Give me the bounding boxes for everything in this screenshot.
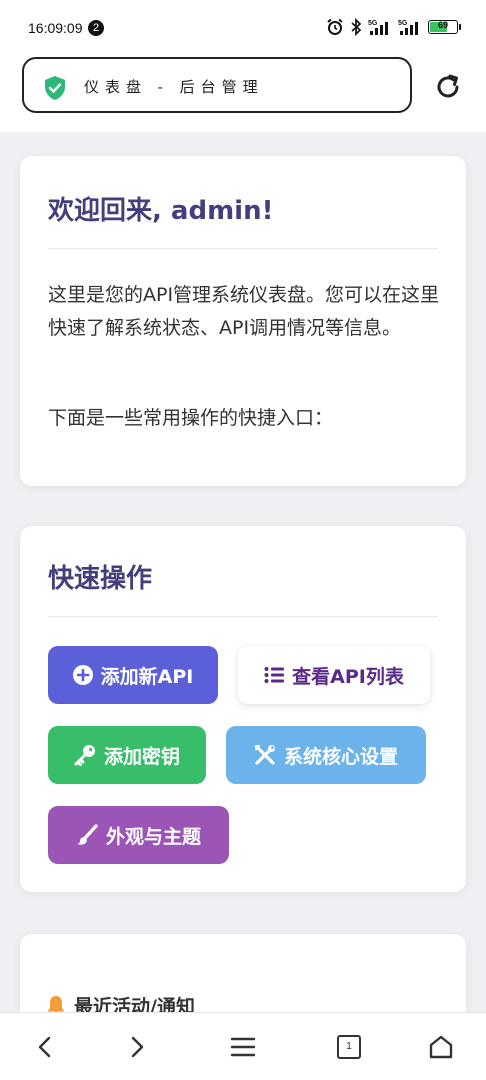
recent-activity-title: 最近活动/通知 [46, 992, 195, 1012]
quick-actions-card: 快速操作 添加新API 查看API列表 添加密钥 系统核心设置 外观与主题 [20, 526, 466, 892]
add-api-label: 添加新API [100, 665, 194, 688]
status-bar: 16:09:09 2 5G 5G 69 [0, 0, 486, 56]
welcome-paragraph: 这里是您的API管理系统仪表盘。您可以在这里快速了解系统状态、API调用情况等信… [48, 284, 440, 339]
welcome-card: 欢迎回来, admin! 这里是您的API管理系统仪表盘。您可以在这里快速了解系… [20, 156, 466, 486]
plus-circle-icon [72, 665, 93, 685]
menu-icon [230, 1037, 256, 1057]
address-text: 仪表盘 - 后台管理 [84, 78, 264, 96]
tabs-button[interactable]: 1 [335, 1033, 363, 1061]
home-button[interactable] [427, 1033, 455, 1061]
forward-icon [131, 1036, 144, 1058]
status-icons: 5G 5G 69 [326, 16, 461, 38]
system-settings-label: 系统核心设置 [283, 745, 398, 768]
divider [48, 248, 438, 249]
battery-level: 69 [437, 20, 448, 30]
divider [48, 616, 438, 617]
menu-button[interactable] [229, 1033, 257, 1061]
welcome-hint: 下面是一些常用操作的快捷入口： [48, 407, 334, 429]
page-content: 欢迎回来, admin! 这里是您的API管理系统仪表盘。您可以在这里快速了解系… [0, 132, 486, 1012]
quick-actions-title: 快速操作 [48, 564, 153, 594]
bluetooth-icon [351, 18, 362, 36]
back-button[interactable] [31, 1033, 59, 1061]
address-bar[interactable]: 仪表盘 - 后台管理 [22, 57, 412, 113]
appearance-theme-button[interactable]: 外观与主题 [48, 806, 229, 864]
tabs-icon: 1 [337, 1035, 361, 1059]
back-icon [38, 1036, 51, 1058]
recent-activity-label: 最近活动/通知 [74, 996, 195, 1012]
add-key-button[interactable]: 添加密钥 [48, 726, 206, 784]
bell-icon [47, 995, 65, 1012]
svg-text:5G: 5G [368, 20, 378, 27]
appearance-theme-label: 外观与主题 [105, 825, 201, 848]
key-icon [74, 745, 95, 766]
status-time: 16:09:09 [28, 20, 83, 36]
alarm-icon [327, 18, 343, 35]
browser-bottom-nav: 1 [0, 1012, 486, 1080]
recent-activity-card: 最近活动/通知 [20, 934, 466, 1012]
welcome-title: 欢迎回来, admin! [48, 196, 274, 226]
notification-count-badge: 2 [88, 20, 104, 36]
view-api-list-label: 查看API列表 [292, 665, 404, 688]
list-icon [264, 667, 285, 683]
add-key-label: 添加密钥 [103, 745, 180, 768]
add-api-button[interactable]: 添加新API [48, 646, 218, 704]
forward-button[interactable] [123, 1033, 151, 1061]
tools-icon [254, 745, 275, 765]
home-icon [429, 1035, 453, 1059]
signal-icon: 5G [368, 20, 388, 35]
system-settings-button[interactable]: 系统核心设置 [226, 726, 426, 784]
browser-toolbar: 仪表盘 - 后台管理 [0, 56, 486, 132]
paint-brush-icon [77, 824, 98, 845]
signal-icon: 5G [398, 20, 418, 35]
battery-icon: 69 [428, 20, 461, 34]
reload-icon[interactable] [434, 73, 462, 101]
shield-check-icon [45, 76, 65, 100]
view-api-list-button[interactable]: 查看API列表 [238, 646, 430, 704]
svg-text:5G: 5G [398, 20, 408, 27]
tab-count: 1 [337, 1035, 361, 1059]
